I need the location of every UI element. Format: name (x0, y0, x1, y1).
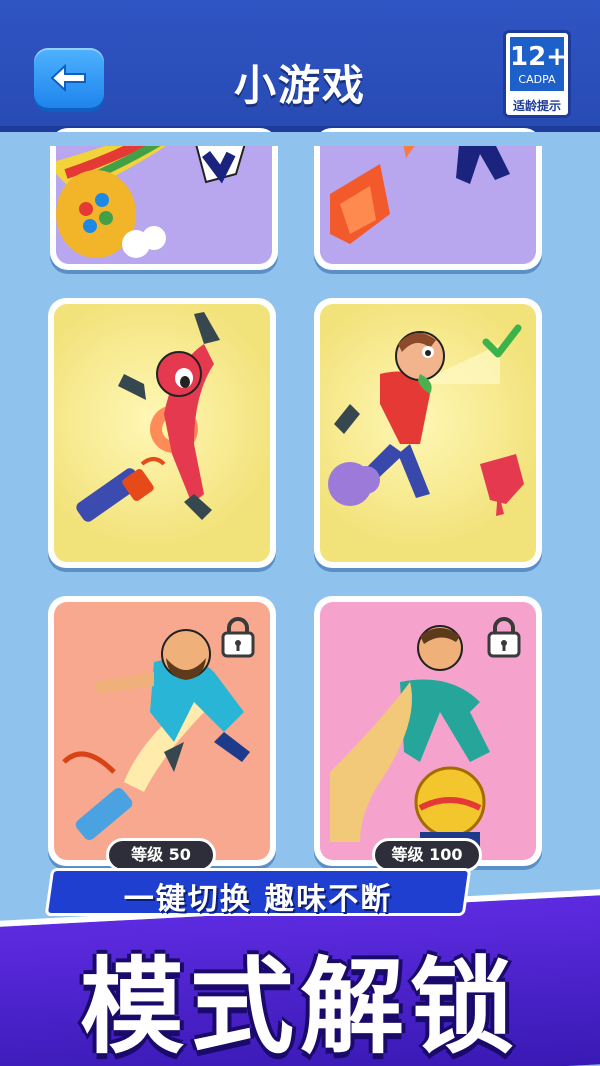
mode-card-art (320, 602, 536, 860)
back-button[interactable] (34, 48, 104, 108)
mode-card[interactable]: 等级 100 (314, 596, 542, 872)
age-rating-badge: 12+ CADPA 适龄提示 (503, 30, 571, 118)
age-rating-label: 适龄提示 (512, 99, 561, 113)
scroll-mask (0, 132, 600, 146)
mode-card-art (54, 304, 270, 562)
mode-card-art (56, 134, 272, 264)
mode-card[interactable]: 等级 50 (48, 596, 276, 872)
mode-card[interactable] (314, 128, 542, 270)
mode-card[interactable] (50, 128, 278, 270)
mode-card-art (320, 134, 536, 264)
age-rating-org: CADPA (518, 73, 556, 86)
top-bar: 小游戏 12+ CADPA 适龄提示 (0, 0, 600, 132)
promo-title: 模式解锁 (79, 946, 520, 1066)
page-title: 小游戏 (233, 61, 366, 110)
lock-icon (487, 617, 521, 658)
mode-card-art (54, 602, 270, 860)
unlock-level-label: 等级 50 (106, 838, 216, 872)
arrow-left-icon (50, 63, 86, 93)
mode-card-art (320, 304, 536, 562)
mode-card[interactable] (48, 298, 276, 568)
unlock-level-label: 等级 100 (372, 838, 482, 872)
promo-subtitle: 一键切换 趣味不断 (123, 882, 393, 917)
checkmark-icon (482, 324, 522, 358)
mode-card[interactable] (314, 298, 542, 568)
lock-icon (221, 617, 255, 658)
